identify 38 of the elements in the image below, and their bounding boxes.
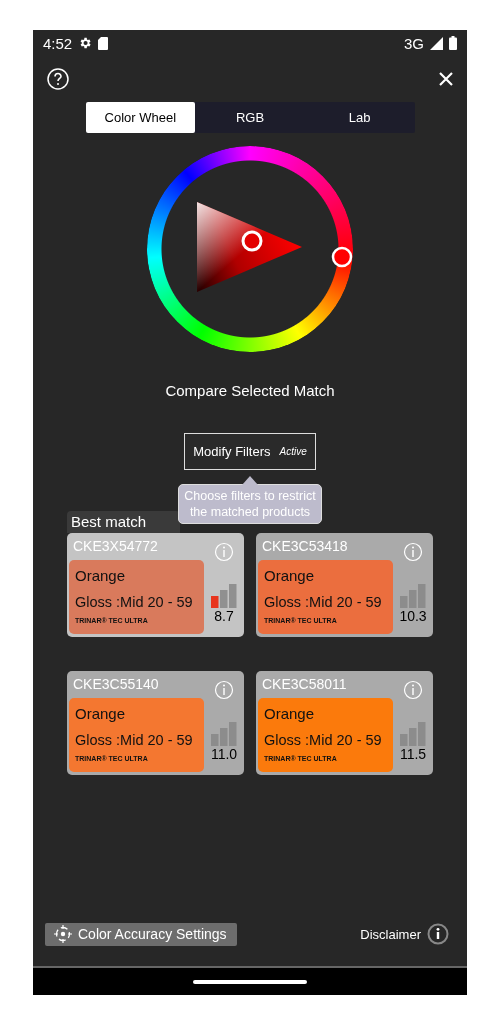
close-icon[interactable] [439, 72, 453, 86]
hue-handle[interactable] [331, 246, 353, 268]
match-score: 10.3 [399, 608, 427, 624]
color-accuracy-settings-button[interactable]: Color Accuracy Settings [45, 922, 237, 946]
info-icon [427, 923, 449, 945]
network-type: 3G [404, 34, 424, 52]
product-code: CKE3C55140 [73, 675, 159, 694]
tab[interactable]: Color Wheel [85, 102, 196, 133]
match-score: 11.5 [399, 746, 427, 762]
tooltip: Choose filters to restrict the matched products [178, 484, 322, 524]
modify-filters-button[interactable]: Modify Filters Active [184, 433, 316, 470]
color-name: Orange [264, 567, 316, 584]
status-time: 4:52 [43, 34, 73, 52]
disclaimer-button[interactable]: Disclaimer [354, 922, 455, 946]
product-code: CKE3C58011 [262, 675, 347, 694]
home-indicator[interactable] [193, 979, 307, 984]
tab[interactable]: Lab [304, 102, 415, 133]
tab[interactable]: RGB [195, 102, 305, 133]
product-code: CKE3C53418 [262, 537, 348, 556]
color-name: Orange [75, 705, 127, 722]
sd-card-icon [98, 36, 109, 50]
target-icon [53, 924, 73, 944]
color-picker-handle[interactable] [241, 230, 263, 252]
gloss-text: Gloss :Mid 20 - 59 [264, 732, 383, 748]
color-name: Orange [75, 567, 127, 584]
color-name: Orange [264, 705, 316, 722]
gloss-text: Gloss :Mid 20 - 59 [75, 594, 194, 610]
product-code: CKE3X54772 [73, 537, 158, 556]
gloss-text: Gloss :Mid 20 - 59 [75, 732, 194, 748]
gloss-text: Gloss :Mid 20 - 59 [264, 594, 383, 610]
signal-icon [430, 36, 443, 50]
best-match-label: Best match [67, 511, 180, 533]
match-score: 11.0 [210, 746, 238, 762]
compare-label: Compare Selected Match [164, 382, 336, 399]
match-score: 8.7 [214, 608, 234, 624]
gear-icon [78, 36, 93, 50]
help-icon[interactable] [47, 68, 69, 90]
battery-icon [449, 36, 457, 50]
